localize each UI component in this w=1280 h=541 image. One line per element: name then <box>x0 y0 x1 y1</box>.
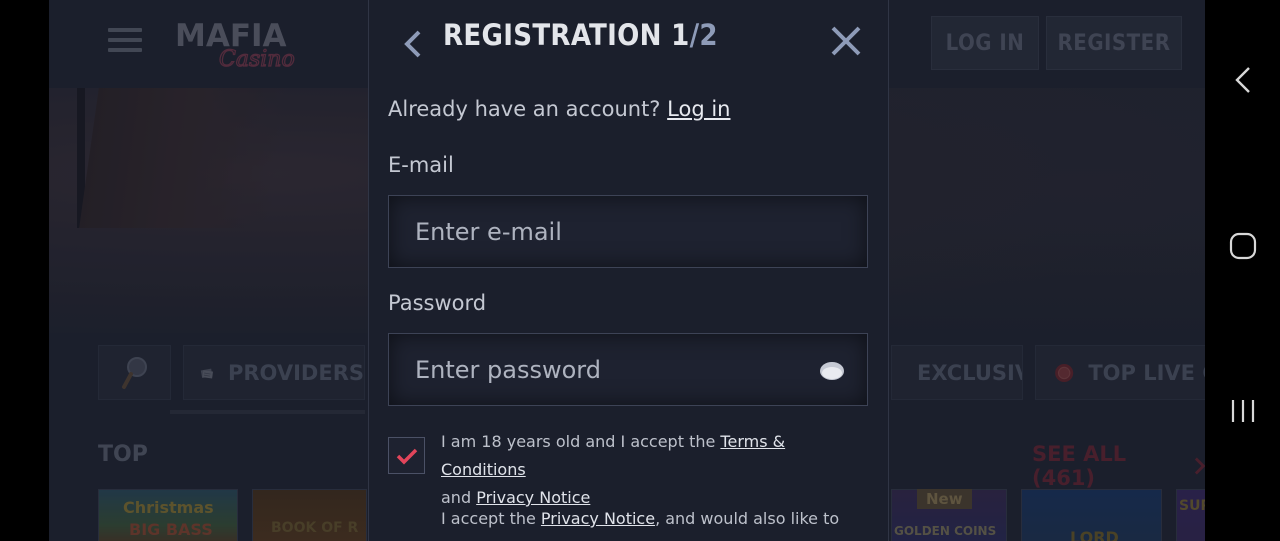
nav-recents-button[interactable] <box>1205 381 1280 441</box>
back-chevron-icon <box>1234 67 1250 93</box>
already-have-account: Already have an account? Log in <box>388 97 730 121</box>
modal-title-step: REGISTRATION 1 <box>443 18 690 52</box>
terms-prefix: I am 18 years old and I accept the <box>441 432 716 451</box>
password-label: Password <box>388 291 487 315</box>
recents-icon <box>1231 400 1254 422</box>
android-navigation-bar <box>1205 0 1280 541</box>
terms-consent-text: I am 18 years old and I accept the Terms… <box>441 428 871 512</box>
show-password-eye-icon[interactable] <box>819 360 845 382</box>
password-placeholder: Enter password <box>415 355 601 384</box>
marketing-suffix: , and would also like to <box>655 509 840 528</box>
modal-title: REGISTRATION 1/2 <box>443 18 718 52</box>
marketing-consent-text: I accept the Privacy Notice, and would a… <box>441 505 871 533</box>
password-field[interactable]: Enter password <box>388 333 868 406</box>
email-field[interactable]: Enter e-mail <box>388 195 868 268</box>
marketing-privacy-link[interactable]: Privacy Notice <box>541 509 655 528</box>
home-icon <box>1229 232 1256 260</box>
login-link[interactable]: Log in <box>667 97 730 121</box>
terms-checkbox[interactable] <box>388 437 425 474</box>
email-placeholder: Enter e-mail <box>415 217 562 246</box>
email-label: E-mail <box>388 153 454 177</box>
modal-title-total: /2 <box>689 18 718 52</box>
back-arrow-icon[interactable] <box>399 28 425 60</box>
marketing-prefix: I accept the <box>441 509 536 528</box>
checkmark-icon <box>396 448 417 464</box>
nav-home-button[interactable] <box>1205 216 1280 276</box>
close-icon[interactable] <box>829 24 863 58</box>
already-text: Already have an account? <box>388 97 661 121</box>
registration-modal: REGISTRATION 1/2 Already have an account… <box>368 0 889 541</box>
nav-back-button[interactable] <box>1205 50 1280 110</box>
